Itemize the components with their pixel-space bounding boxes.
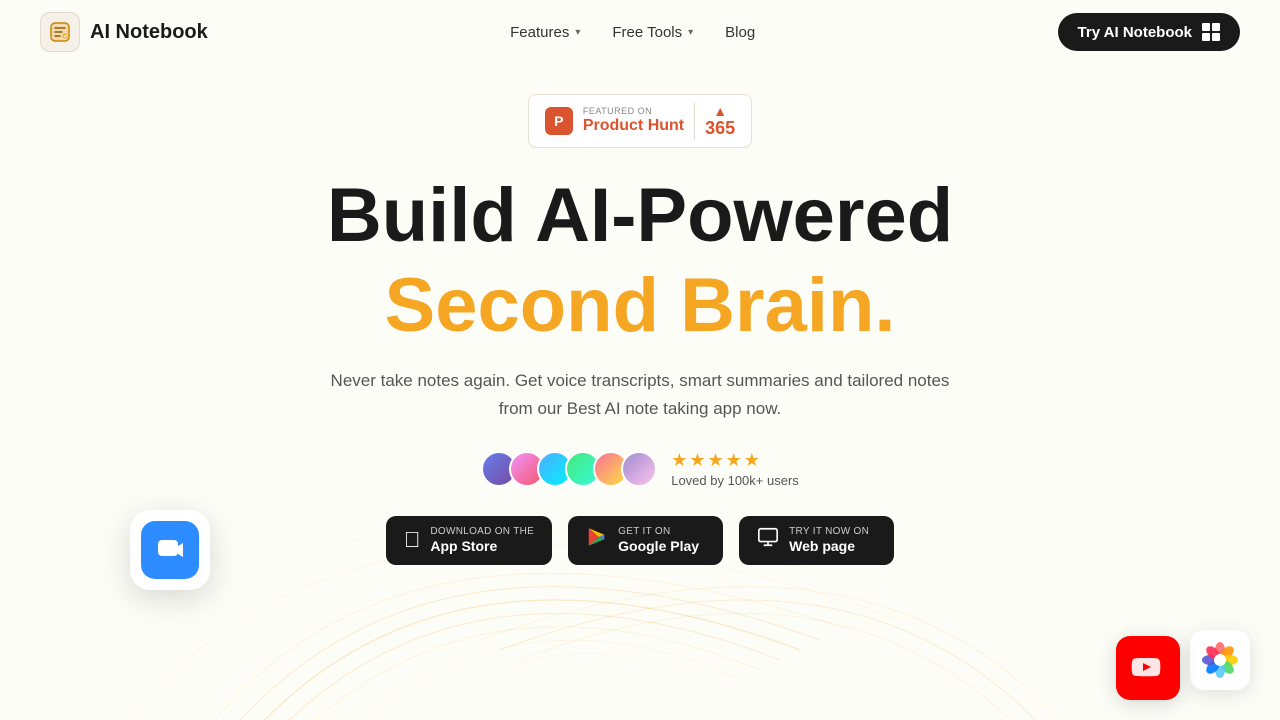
google-play-icon [586, 526, 608, 554]
ph-score: ▲ 365 [705, 104, 735, 139]
rating-block: ★ ★ ★ ★ ★ Loved by 100k+ users [671, 450, 799, 488]
logo[interactable]: AI Notebook [40, 12, 208, 52]
logo-icon [40, 12, 80, 52]
rating-text: Loved by 100k+ users [671, 473, 799, 488]
hero-subtitle: Never take notes again. Get voice transc… [330, 367, 950, 421]
main-content: P FEATURED ON Product Hunt ▲ 365 Build A… [0, 64, 1280, 565]
monitor-icon [757, 526, 779, 554]
social-proof: ★ ★ ★ ★ ★ Loved by 100k+ users [481, 450, 799, 488]
nav-free-tools[interactable]: Free Tools ▾ [612, 24, 693, 41]
ph-text: FEATURED ON Product Hunt [583, 107, 684, 134]
nav-links: Features ▾ Free Tools ▾ Blog [510, 24, 755, 41]
star-5: ★ [744, 450, 760, 471]
nav-blog[interactable]: Blog [725, 24, 755, 41]
photos-widget [1190, 630, 1250, 690]
avatar [621, 451, 657, 487]
app-store-button[interactable]:  Download on the App Store [386, 516, 552, 565]
hero-title-line1: Build AI-Powered [327, 176, 953, 256]
apple-icon:  [404, 527, 421, 553]
qr-icon [1202, 23, 1220, 41]
navbar: AI Notebook Features ▾ Free Tools ▾ Blog… [0, 0, 1280, 64]
star-2: ★ [689, 450, 705, 471]
hero-title-line2: Second Brain. [385, 264, 896, 348]
web-page-button[interactable]: Try it now on Web page [739, 516, 894, 565]
user-avatars [481, 451, 657, 487]
zoom-widget [130, 510, 210, 590]
star-rating: ★ ★ ★ ★ ★ [671, 450, 760, 471]
logo-text: AI Notebook [90, 21, 208, 44]
try-ai-notebook-button[interactable]: Try AI Notebook [1058, 13, 1240, 51]
star-4: ★ [726, 450, 742, 471]
star-3: ★ [708, 450, 724, 471]
ph-upvote-icon: ▲ [713, 104, 727, 118]
ph-icon: P [545, 107, 573, 135]
chevron-down-icon: ▾ [575, 27, 580, 38]
chevron-down-icon: ▾ [688, 27, 693, 38]
product-hunt-badge[interactable]: P FEATURED ON Product Hunt ▲ 365 [528, 94, 752, 148]
ph-divider [694, 103, 695, 139]
youtube-widget [1116, 636, 1180, 700]
google-play-button[interactable]: GET IT ON Google Play [568, 516, 723, 565]
star-1: ★ [671, 450, 687, 471]
cta-buttons:  Download on the App Store GET IT ON Go… [386, 516, 894, 565]
nav-features[interactable]: Features ▾ [510, 24, 580, 41]
zoom-icon [141, 521, 199, 579]
